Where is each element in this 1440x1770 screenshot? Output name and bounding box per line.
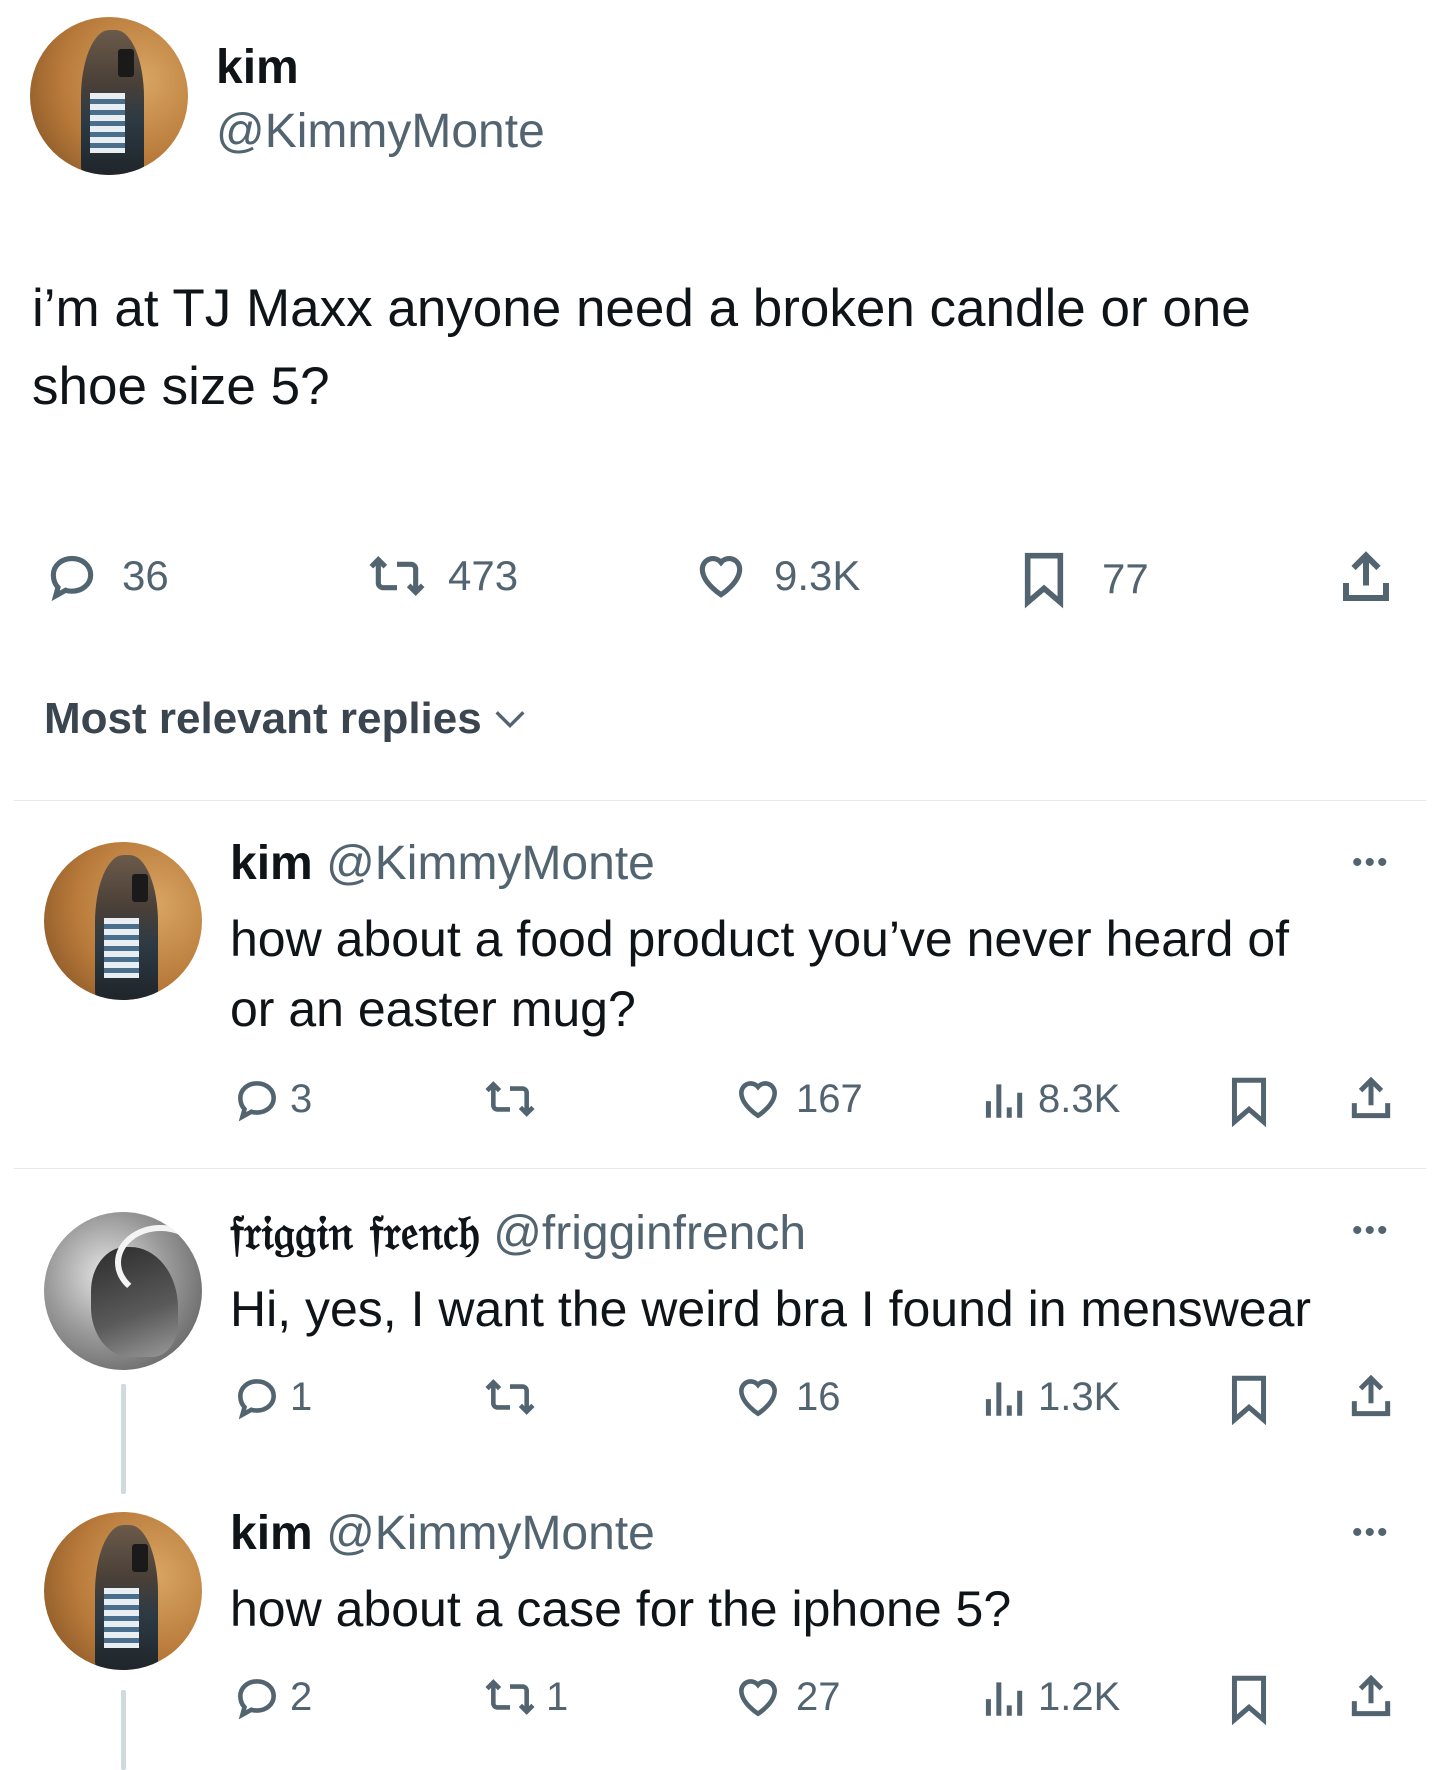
main-author-name[interactable]: kim bbox=[216, 40, 299, 95]
reply1-bookmark-button[interactable] bbox=[1224, 1074, 1274, 1128]
main-share-button[interactable] bbox=[1336, 548, 1396, 608]
main-retweet-count: 473 bbox=[448, 552, 519, 599]
heart-icon bbox=[699, 556, 743, 598]
replies-sort-dropdown[interactable]: Most relevant replies bbox=[44, 694, 530, 744]
reply3-share-button[interactable] bbox=[1346, 1672, 1396, 1722]
share-icon bbox=[1343, 551, 1389, 601]
reply1-header: kim @KimmyMonte bbox=[230, 836, 655, 891]
reply1-reply-button[interactable]: 3 bbox=[232, 1074, 312, 1124]
reply1-retweet-button[interactable] bbox=[482, 1074, 546, 1124]
bookmark-icon bbox=[1231, 1375, 1267, 1426]
main-tweet-text-line1: i’m at TJ Maxx anyone need a broken cand… bbox=[32, 279, 1251, 338]
reply2-reply-count: 1 bbox=[290, 1374, 313, 1419]
divider-top bbox=[14, 800, 1426, 801]
reply2-reply-button[interactable]: 1 bbox=[232, 1372, 312, 1422]
main-bookmark-button[interactable]: 77 bbox=[1016, 548, 1149, 610]
reply3-text-line1: how about a case for the iphone 5? bbox=[230, 1581, 1012, 1637]
reply3-reply-count: 2 bbox=[290, 1674, 313, 1719]
heart-icon bbox=[739, 1081, 777, 1119]
reply3-like-count: 27 bbox=[796, 1674, 841, 1719]
reply1-more-icon[interactable]: ••• bbox=[1352, 848, 1390, 878]
main-tweet-text-line2: shoe size 5? bbox=[32, 357, 330, 416]
reply1-avatar[interactable] bbox=[44, 842, 202, 1000]
reply3-retweet-count: 1 bbox=[546, 1674, 569, 1719]
main-author-handle[interactable]: @KimmyMonte bbox=[216, 104, 545, 159]
reply3-more-icon[interactable]: ••• bbox=[1352, 1518, 1390, 1548]
reply1-share-button[interactable] bbox=[1346, 1074, 1396, 1124]
reply3-bookmark-button[interactable] bbox=[1224, 1672, 1274, 1726]
reply1-reply-count: 3 bbox=[290, 1076, 313, 1121]
reply1-like-button[interactable]: 167 bbox=[730, 1074, 863, 1124]
reply2-header: 𝔣𝔯𝔦𝔤𝔤𝔦𝔫 𝔣𝔯𝔢𝔫𝔠𝔥 @frigginfrench bbox=[230, 1205, 806, 1262]
reply3-author-handle[interactable]: @KimmyMonte bbox=[326, 1507, 655, 1560]
main-like-button[interactable]: 9.3K bbox=[690, 548, 860, 604]
reply1-text-line2: or an easter mug? bbox=[230, 981, 636, 1037]
heart-icon bbox=[739, 1379, 777, 1417]
reply3-like-button[interactable]: 27 bbox=[730, 1672, 841, 1722]
reply3-author-name[interactable]: kim bbox=[230, 1507, 313, 1560]
reply-icon bbox=[238, 1081, 276, 1122]
bookmark-icon bbox=[1231, 1077, 1267, 1128]
main-retweet-button[interactable]: 473 bbox=[366, 548, 518, 604]
divider-reply1 bbox=[14, 1168, 1426, 1169]
reply2-thread-line bbox=[121, 1384, 126, 1494]
reply3-views-button[interactable]: 1.2K bbox=[978, 1672, 1120, 1722]
views-icon bbox=[985, 1682, 1023, 1716]
retweet-icon bbox=[369, 556, 425, 596]
reply1-author-handle[interactable]: @KimmyMonte bbox=[326, 837, 655, 890]
retweet-icon bbox=[485, 1379, 535, 1415]
share-icon bbox=[1351, 1374, 1391, 1417]
retweet-icon bbox=[485, 1679, 535, 1715]
reply-icon bbox=[238, 1379, 276, 1420]
main-bookmark-count: 77 bbox=[1102, 555, 1149, 602]
reply2-like-button[interactable]: 16 bbox=[730, 1372, 841, 1422]
reply3-reply-button[interactable]: 2 bbox=[232, 1672, 312, 1722]
reply3-avatar[interactable] bbox=[44, 1512, 202, 1670]
reply2-author-name[interactable]: 𝔣𝔯𝔦𝔤𝔤𝔦𝔫 𝔣𝔯𝔢𝔫𝔠𝔥 bbox=[230, 1205, 480, 1261]
reply1-text-line1: how about a food product you’ve never he… bbox=[230, 911, 1290, 967]
reply2-views-button[interactable]: 1.3K bbox=[978, 1372, 1120, 1422]
reply-icon bbox=[238, 1679, 276, 1720]
reply2-author-handle[interactable]: @frigginfrench bbox=[493, 1207, 806, 1260]
replies-sort-label: Most relevant replies bbox=[44, 694, 482, 743]
main-like-count: 9.3K bbox=[774, 552, 861, 599]
reply2-share-button[interactable] bbox=[1346, 1372, 1396, 1422]
views-icon bbox=[985, 1382, 1023, 1416]
reply1-views-button[interactable]: 8.3K bbox=[978, 1074, 1120, 1124]
reply2-avatar[interactable] bbox=[44, 1212, 202, 1370]
reply3-retweet-button[interactable]: 1 bbox=[482, 1672, 568, 1722]
bookmark-icon bbox=[1024, 552, 1064, 609]
reply2-views-count: 1.3K bbox=[1038, 1374, 1121, 1419]
reply1-like-count: 167 bbox=[796, 1076, 863, 1121]
views-icon bbox=[985, 1084, 1023, 1118]
reply3-thread-line bbox=[121, 1690, 126, 1770]
share-icon bbox=[1351, 1674, 1391, 1717]
heart-icon bbox=[739, 1679, 777, 1717]
reply2-text-line1: Hi, yes, I want the weird bra I found in… bbox=[230, 1281, 1312, 1337]
reply2-retweet-button[interactable] bbox=[482, 1372, 546, 1422]
main-reply-button[interactable]: 36 bbox=[44, 548, 169, 604]
main-reply-count: 36 bbox=[122, 552, 169, 599]
chevron-down-icon bbox=[495, 711, 525, 729]
main-author-avatar[interactable] bbox=[30, 17, 188, 175]
reply2-more-icon[interactable]: ••• bbox=[1352, 1216, 1390, 1246]
reply1-author-name[interactable]: kim bbox=[230, 837, 313, 890]
reply-icon bbox=[50, 555, 94, 602]
reply2-bookmark-button[interactable] bbox=[1224, 1372, 1274, 1426]
share-icon bbox=[1351, 1076, 1391, 1119]
reply3-header: kim @KimmyMonte bbox=[230, 1506, 655, 1561]
bookmark-icon bbox=[1231, 1675, 1267, 1726]
reply1-views-count: 8.3K bbox=[1038, 1076, 1121, 1121]
retweet-icon bbox=[485, 1081, 535, 1117]
reply2-like-count: 16 bbox=[796, 1374, 841, 1419]
reply3-views-count: 1.2K bbox=[1038, 1674, 1121, 1719]
